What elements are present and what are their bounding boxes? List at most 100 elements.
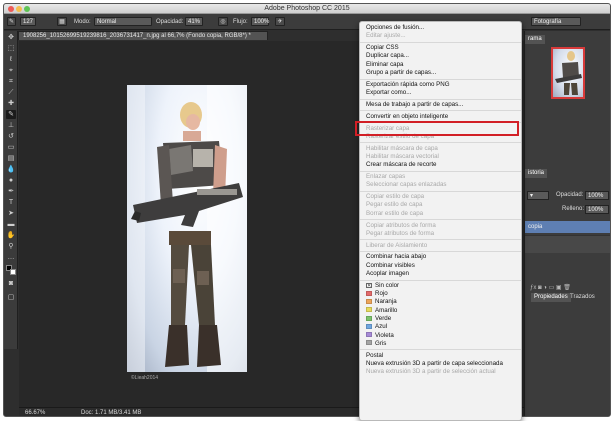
menu-item-pegar-estilo-de-capa: Pegar estilo de capa bbox=[360, 201, 521, 209]
brush-tool-icon[interactable]: ✎ bbox=[7, 17, 16, 26]
history-brush-icon[interactable]: ↺ bbox=[6, 132, 16, 141]
menu-item-combinar-visibles[interactable]: Combinar visibles bbox=[360, 262, 521, 270]
opacity-field[interactable]: 41% bbox=[185, 17, 203, 26]
menu-item-copiar-css[interactable]: Copiar CSS bbox=[360, 44, 521, 52]
path-selection-icon[interactable]: ➤ bbox=[6, 209, 16, 218]
menu-item-copiar-estilo-de-capa: Copiar estilo de capa bbox=[360, 193, 521, 201]
menu-item-nueva-extrusion-3d-a-partir-de-capa-seleccionada[interactable]: Nueva extrusión 3D a partir de capa sele… bbox=[360, 360, 521, 368]
document-image[interactable] bbox=[127, 85, 247, 372]
shape-tool-icon[interactable]: ▬ bbox=[6, 220, 16, 229]
layer-opacity-field[interactable]: 100% bbox=[585, 191, 609, 200]
menu-item-habilitar-mascara-de-capa: Habilitar máscara de capa bbox=[360, 145, 521, 153]
zoom-level[interactable]: 66.67% bbox=[25, 410, 45, 416]
menu-item-label: Editar ajuste... bbox=[366, 32, 406, 40]
title-bar: Adobe Photoshop CC 2015 bbox=[4, 4, 610, 14]
blend-mode-select[interactable]: Normal bbox=[94, 17, 152, 26]
healing-brush-icon[interactable]: ✚ bbox=[6, 99, 16, 108]
layer-context-menu: Opciones de fusión... Editar ajuste... Cop… bbox=[359, 21, 522, 421]
workspace-select[interactable]: Fotografía bbox=[531, 17, 581, 26]
blur-tool-icon[interactable]: 💧 bbox=[6, 165, 16, 174]
menu-item-naranja[interactable]: Naranja bbox=[360, 298, 521, 306]
menu-item-amarillo[interactable]: Amarillo bbox=[360, 307, 521, 315]
document-tab[interactable]: 1908256_10152699519239816_2036731417_n.j… bbox=[18, 31, 268, 40]
hand-tool-icon[interactable]: ✋ bbox=[6, 231, 16, 240]
menu-item-label: Pegar estilo de capa bbox=[366, 201, 423, 209]
menu-item-eliminar-capa[interactable]: Eliminar capa bbox=[360, 61, 521, 69]
layer-fill-field[interactable]: 100% bbox=[585, 205, 609, 214]
menu-item-label: Convertir en objeto inteligente bbox=[366, 112, 449, 120]
move-tool-icon[interactable]: ✥ bbox=[6, 33, 16, 42]
clone-stamp-icon[interactable]: ⊥ bbox=[6, 121, 16, 130]
menu-item-crear-mascara-de-recorte[interactable]: Crear máscara de recorte bbox=[360, 161, 521, 169]
type-tool-icon[interactable]: T bbox=[6, 198, 16, 207]
menu-item-label: Seleccionar capas enlazadas bbox=[366, 181, 447, 189]
pen-tool-icon[interactable]: ✒ bbox=[6, 187, 16, 196]
menu-item-label: Amarillo bbox=[375, 306, 398, 314]
menu-item-label: Sin color bbox=[375, 281, 400, 289]
no-color-x-icon: ✕ bbox=[366, 283, 372, 290]
airbrush-icon[interactable]: ✈ bbox=[275, 17, 285, 26]
menu-item-label: Copiar estilo de capa bbox=[366, 193, 425, 201]
brush-size-field[interactable]: 127 bbox=[20, 17, 36, 26]
layer-row-selected[interactable]: copia bbox=[525, 221, 610, 233]
crop-tool-icon[interactable]: ⌗ bbox=[6, 77, 16, 86]
screen-mode-icon[interactable]: ▢ bbox=[6, 293, 16, 302]
brush-tool-icon[interactable]: ✎ bbox=[6, 110, 16, 119]
menu-item-label: Postal bbox=[366, 351, 384, 359]
marquee-tool-icon[interactable]: ⬚ bbox=[6, 44, 16, 53]
menu-separator bbox=[360, 142, 521, 144]
menu-item-combinar-hacia-abajo[interactable]: Combinar hacia abajo bbox=[360, 253, 521, 261]
flow-field[interactable]: 100% bbox=[251, 17, 269, 26]
dodge-tool-icon[interactable]: ● bbox=[6, 176, 16, 185]
tab-properties[interactable]: Propiedades bbox=[531, 293, 571, 302]
menu-item-exportar-como[interactable]: Exportar como... bbox=[360, 89, 521, 97]
eyedropper-icon[interactable]: ⟋ bbox=[6, 88, 16, 97]
menu-item-label: Copiar CSS bbox=[366, 44, 399, 52]
menu-item-label: Verde bbox=[375, 315, 392, 322]
menu-item-convertir-en-objeto-inteligente[interactable]: Convertir en objeto inteligente bbox=[360, 113, 521, 121]
menu-item-copiar-atributos-de-forma: Copiar atributos de forma bbox=[360, 222, 521, 230]
eraser-icon[interactable]: ▭ bbox=[6, 143, 16, 152]
doc-size-info[interactable]: Doc: 1.71 MB/3.41 MB bbox=[81, 410, 141, 416]
menu-item-acoplar-imagen[interactable]: Acoplar imagen bbox=[360, 270, 521, 278]
menu-item-exportacion-rapida-como-png[interactable]: Exportación rápida como PNG bbox=[360, 81, 521, 89]
navigator-preview bbox=[555, 51, 582, 95]
menu-item-label: Crear máscara de recorte bbox=[366, 161, 437, 169]
menu-item-duplicar-capa[interactable]: Duplicar capa... bbox=[360, 52, 521, 60]
menu-item-gris[interactable]: Gris bbox=[360, 340, 521, 348]
menu-item-mesa-de-trabajo-a-partir-de-capas[interactable]: Mesa de trabajo a partir de capas... bbox=[360, 101, 521, 109]
more-tools-icon[interactable]: … bbox=[6, 253, 16, 262]
menu-item-azul[interactable]: Azul bbox=[360, 323, 521, 331]
gradient-tool-icon[interactable]: ▤ bbox=[6, 154, 16, 163]
menu-item-sin-color[interactable]: ✕ Sin color bbox=[360, 282, 521, 290]
layer-actions-bar[interactable]: ƒx ◙ ◑ ▭ ▣ 🗑 bbox=[527, 283, 574, 292]
menu-item-postal[interactable]: Postal bbox=[360, 352, 521, 360]
tab-paths[interactable]: Trazados bbox=[567, 293, 598, 302]
layer-filter-select[interactable]: ▾ bbox=[527, 191, 549, 200]
menu-item-grupo-a-partir-de-capas[interactable]: Grupo a partir de capas... bbox=[360, 69, 521, 77]
background-color-swatch[interactable] bbox=[10, 269, 16, 275]
menu-item-opciones-de-fusion[interactable]: Opciones de fusión... bbox=[360, 24, 521, 32]
tab-navigator[interactable]: rama bbox=[525, 35, 545, 44]
layer-row-background[interactable] bbox=[525, 235, 610, 253]
menu-item-rojo[interactable]: Rojo bbox=[360, 290, 521, 298]
menu-separator bbox=[360, 190, 521, 192]
brush-panel-icon[interactable]: ▦ bbox=[57, 17, 67, 26]
quick-selection-icon[interactable]: ⌖ bbox=[6, 66, 16, 75]
menu-item-liberar-de-aislamiento: Liberar de Aislamiento bbox=[360, 242, 521, 250]
menu-item-verde[interactable]: Verde bbox=[360, 315, 521, 323]
quick-mask-icon[interactable]: ◙ bbox=[6, 279, 16, 288]
menu-item-label: Nueva extrusión 3D a partir de capa sele… bbox=[366, 360, 503, 367]
menu-item-violeta[interactable]: Violeta bbox=[360, 332, 521, 340]
menu-item-habilitar-mascara-vectorial: Habilitar máscara vectorial bbox=[360, 153, 521, 161]
menu-item-label: Habilitar máscara vectorial bbox=[366, 152, 439, 160]
zoom-tool-icon[interactable]: ⚲ bbox=[6, 242, 16, 251]
menu-item-label: Azul bbox=[375, 323, 388, 331]
lasso-tool-icon[interactable]: ℓ bbox=[6, 55, 16, 64]
pressure-opacity-icon[interactable]: ◎ bbox=[218, 17, 228, 26]
menu-item-label: Naranja bbox=[375, 298, 397, 306]
tab-history[interactable]: istoria bbox=[525, 169, 548, 178]
menu-separator bbox=[360, 41, 521, 43]
menu-item-label: Habilitar máscara de capa bbox=[366, 144, 438, 152]
navigator-thumbnail[interactable] bbox=[551, 47, 585, 99]
